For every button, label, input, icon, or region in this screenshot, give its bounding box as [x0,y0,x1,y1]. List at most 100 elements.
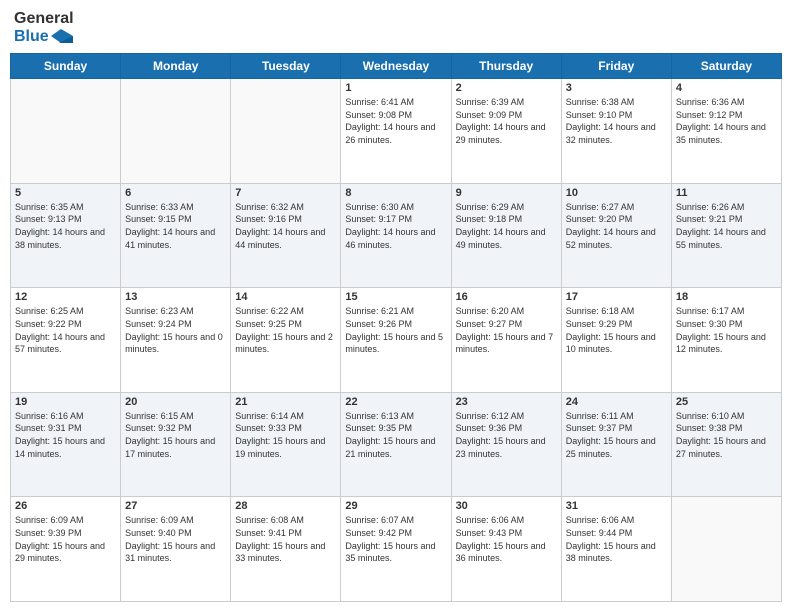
day-cell: 16 Sunrise: 6:20 AMSunset: 9:27 PMDayligh… [451,288,561,393]
day-cell: 1Sunrise: 6:41 AMSunset: 9:08 PMDaylight… [341,79,451,184]
day-info: Sunrise: 6:14 AMSunset: 9:33 PMDaylight:… [235,410,336,460]
day-cell: 23 Sunrise: 6:12 AMSunset: 9:36 PMDayligh… [451,392,561,497]
day-cell: 15 Sunrise: 6:21 AMSunset: 9:26 PMDayligh… [341,288,451,393]
day-info: Sunrise: 6:29 AMSunset: 9:18 PMDaylight:… [456,201,557,251]
day-info: Sunrise: 6:11 AMSunset: 9:37 PMDaylight:… [566,410,667,460]
day-cell: 12 Sunrise: 6:25 AMSunset: 9:22 PMDayligh… [11,288,121,393]
day-cell: 21 Sunrise: 6:14 AMSunset: 9:33 PMDayligh… [231,392,341,497]
day-cell: 9Sunrise: 6:29 AMSunset: 9:18 PMDaylight… [451,183,561,288]
day-number: 5 [15,187,116,199]
day-number: 29 [345,500,446,512]
col-sunday: Sunday [11,54,121,79]
day-number: 7 [235,187,336,199]
day-number: 18 [676,291,777,303]
day-info: Sunrise: 6:25 AMSunset: 9:22 PMDaylight:… [15,305,116,355]
week-row-1: 1Sunrise: 6:41 AMSunset: 9:08 PMDaylight… [11,79,782,184]
col-friday: Friday [561,54,671,79]
day-cell: 18 Sunrise: 6:17 AMSunset: 9:30 PMDayligh… [671,288,781,393]
day-info: Sunrise: 6:27 AMSunset: 9:20 PMDaylight:… [566,201,667,251]
day-number: 22 [345,396,446,408]
day-info: Sunrise: 6:12 AMSunset: 9:36 PMDaylight:… [456,410,557,460]
week-row-5: 26 Sunrise: 6:09 AMSunset: 9:39 PMDayligh… [11,497,782,602]
day-number: 20 [125,396,226,408]
day-info: Sunrise: 6:35 AMSunset: 9:13 PMDaylight:… [15,201,116,251]
day-number: 30 [456,500,557,512]
day-cell: 25 Sunrise: 6:10 AMSunset: 9:38 PMDayligh… [671,392,781,497]
page: General Blue Sunday Monday Tuesday Wedne… [0,0,792,612]
day-info: Sunrise: 6:22 AMSunset: 9:25 PMDaylight:… [235,305,336,355]
day-cell [11,79,121,184]
day-info: Sunrise: 6:15 AMSunset: 9:32 PMDaylight:… [125,410,226,460]
day-number: 2 [456,82,557,94]
col-tuesday: Tuesday [231,54,341,79]
day-number: 26 [15,500,116,512]
day-info: Sunrise: 6:07 AMSunset: 9:42 PMDaylight:… [345,514,446,564]
day-number: 6 [125,187,226,199]
col-saturday: Saturday [671,54,781,79]
day-number: 27 [125,500,226,512]
day-cell: 6 Sunrise: 6:33 AMSunset: 9:15 PMDaylight… [121,183,231,288]
day-cell: 3Sunrise: 6:38 AMSunset: 9:10 PMDaylight… [561,79,671,184]
day-cell: 29 Sunrise: 6:07 AMSunset: 9:42 PMDayligh… [341,497,451,602]
day-cell: 26 Sunrise: 6:09 AMSunset: 9:39 PMDayligh… [11,497,121,602]
day-cell [121,79,231,184]
calendar-table: Sunday Monday Tuesday Wednesday Thursday… [10,53,782,602]
day-info: Sunrise: 6:23 AMSunset: 9:24 PMDaylight:… [125,305,226,355]
day-info: Sunrise: 6:10 AMSunset: 9:38 PMDaylight:… [676,410,777,460]
day-cell: 24Sunrise: 6:11 AMSunset: 9:37 PMDayligh… [561,392,671,497]
week-row-4: 19 Sunrise: 6:16 AMSunset: 9:31 PMDayligh… [11,392,782,497]
day-cell: 4 Sunrise: 6:36 AMSunset: 9:12 PMDaylight… [671,79,781,184]
day-number: 14 [235,291,336,303]
day-cell: 19 Sunrise: 6:16 AMSunset: 9:31 PMDayligh… [11,392,121,497]
day-cell: 22 Sunrise: 6:13 AMSunset: 9:35 PMDayligh… [341,392,451,497]
day-number: 19 [15,396,116,408]
day-info: Sunrise: 6:13 AMSunset: 9:35 PMDaylight:… [345,410,446,460]
day-number: 12 [15,291,116,303]
day-number: 13 [125,291,226,303]
day-info: Sunrise: 6:18 AMSunset: 9:29 PMDaylight:… [566,305,667,355]
day-cell: 27 Sunrise: 6:09 AMSunset: 9:40 PMDayligh… [121,497,231,602]
day-info: Sunrise: 6:09 AMSunset: 9:39 PMDaylight:… [15,514,116,564]
day-cell: 8 Sunrise: 6:30 AMSunset: 9:17 PMDaylight… [341,183,451,288]
day-number: 8 [345,187,446,199]
day-info: Sunrise: 6:39 AMSunset: 9:09 PMDaylight:… [456,96,557,146]
week-row-2: 5 Sunrise: 6:35 AMSunset: 9:13 PMDaylight… [11,183,782,288]
day-number: 28 [235,500,336,512]
day-number: 31 [566,500,667,512]
day-info: Sunrise: 6:21 AMSunset: 9:26 PMDaylight:… [345,305,446,355]
day-info: Sunrise: 6:33 AMSunset: 9:15 PMDaylight:… [125,201,226,251]
day-number: 15 [345,291,446,303]
day-info: Sunrise: 6:32 AMSunset: 9:16 PMDaylight:… [235,201,336,251]
day-cell: 20 Sunrise: 6:15 AMSunset: 9:32 PMDayligh… [121,392,231,497]
day-info: Sunrise: 6:30 AMSunset: 9:17 PMDaylight:… [345,201,446,251]
day-number: 16 [456,291,557,303]
day-number: 23 [456,396,557,408]
calendar-header-row: Sunday Monday Tuesday Wednesday Thursday… [11,54,782,79]
day-cell: 17Sunrise: 6:18 AMSunset: 9:29 PMDayligh… [561,288,671,393]
day-cell: 7 Sunrise: 6:32 AMSunset: 9:16 PMDaylight… [231,183,341,288]
day-number: 1 [345,82,446,94]
day-info: Sunrise: 6:08 AMSunset: 9:41 PMDaylight:… [235,514,336,564]
logo-blue: Blue [14,28,49,46]
day-number: 11 [676,187,777,199]
day-cell: 30 Sunrise: 6:06 AMSunset: 9:43 PMDayligh… [451,497,561,602]
day-cell [231,79,341,184]
day-info: Sunrise: 6:17 AMSunset: 9:30 PMDaylight:… [676,305,777,355]
col-monday: Monday [121,54,231,79]
day-info: Sunrise: 6:06 AMSunset: 9:43 PMDaylight:… [456,514,557,564]
logo: General Blue [14,10,74,45]
day-info: Sunrise: 6:36 AMSunset: 9:12 PMDaylight:… [676,96,777,146]
day-number: 3 [566,82,667,94]
day-cell: 5 Sunrise: 6:35 AMSunset: 9:13 PMDaylight… [11,183,121,288]
day-cell: 13 Sunrise: 6:23 AMSunset: 9:24 PMDayligh… [121,288,231,393]
day-info: Sunrise: 6:20 AMSunset: 9:27 PMDaylight:… [456,305,557,355]
day-number: 21 [235,396,336,408]
header: General Blue [10,10,782,45]
day-number: 25 [676,396,777,408]
day-cell: 11Sunrise: 6:26 AMSunset: 9:21 PMDayligh… [671,183,781,288]
day-number: 4 [676,82,777,94]
day-cell: 10Sunrise: 6:27 AMSunset: 9:20 PMDayligh… [561,183,671,288]
day-info: Sunrise: 6:09 AMSunset: 9:40 PMDaylight:… [125,514,226,564]
col-wednesday: Wednesday [341,54,451,79]
day-info: Sunrise: 6:16 AMSunset: 9:31 PMDaylight:… [15,410,116,460]
